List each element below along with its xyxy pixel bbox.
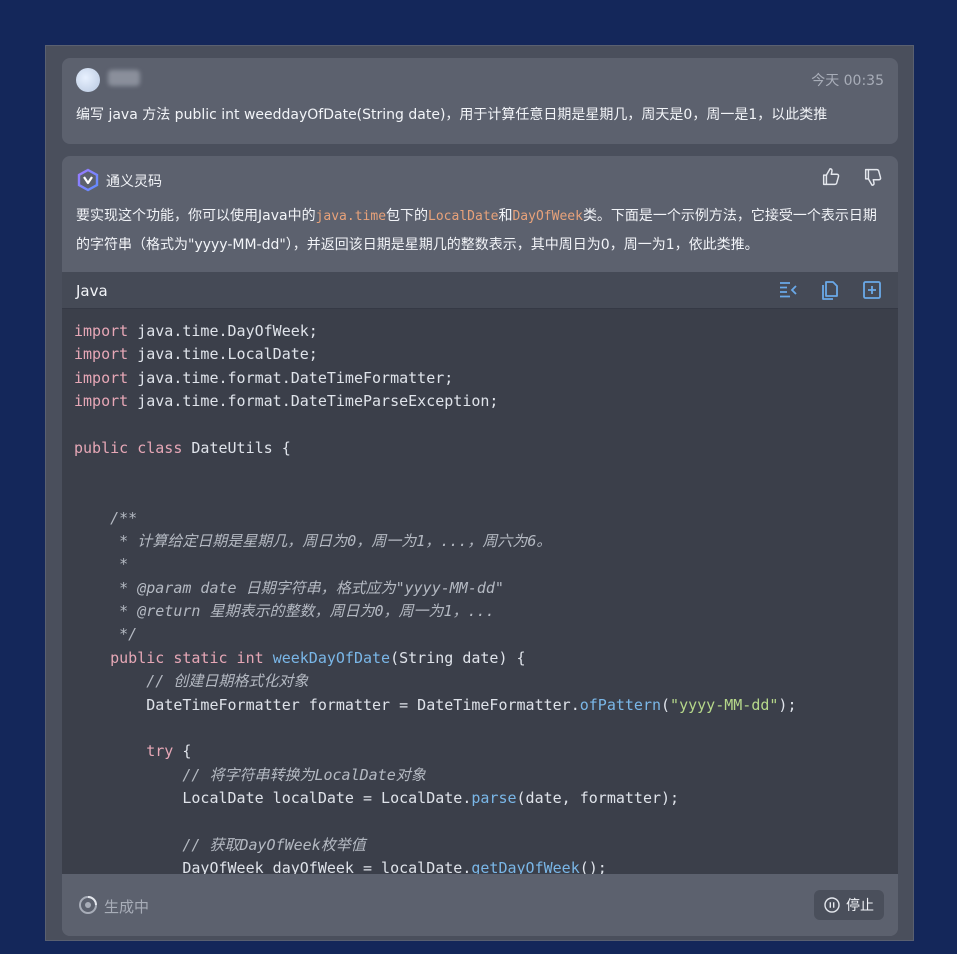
code-token: // 将字符串转换为LocalDate对象 (74, 765, 426, 784)
code-line: DateTimeFormatter formatter = DateTimeFo… (74, 694, 890, 717)
code-token: java.time.DayOfWeek; (128, 322, 318, 340)
insert-icon[interactable] (776, 278, 800, 302)
code-token: /** (74, 508, 138, 527)
code-line: public static int weekDayOfDate(String d… (74, 647, 890, 670)
code-token: * (74, 555, 129, 574)
code-line: // 创建日期格式化对象 (74, 670, 890, 693)
code-line: * @param date 日期字符串，格式应为"yyyy-MM-dd" (74, 577, 890, 600)
code-line: // 将字符串转换为LocalDate对象 (74, 764, 890, 787)
user-name (108, 70, 140, 86)
code-token: "yyyy-MM-dd" (670, 695, 779, 714)
code-line: /** (74, 507, 890, 530)
code-token: public static int (74, 648, 264, 667)
code-token: getDayOfWeek (471, 858, 580, 874)
code-token: parse (471, 788, 517, 807)
code-language-label: Java (76, 282, 108, 300)
code-line: public class DateUtils { (74, 437, 890, 460)
assistant-message: 通义灵码 要实现这个功能，你可以使用Java中的java.time包下的Loca… (62, 156, 898, 936)
code-line: * @return 星期表示的整数，周日为0，周一为1，... (74, 600, 890, 623)
stop-button-label: 停止 (846, 898, 874, 914)
code-token: (date, formatter); (516, 788, 680, 807)
message-timestamp: 今天 00:35 (811, 73, 884, 89)
code-line: try { (74, 740, 890, 763)
code-token: weekDayOfDate (272, 648, 391, 667)
code-block-header: Java (62, 272, 898, 309)
code-token: ( (661, 695, 671, 714)
code-token: java.time.format.DateTimeParseException; (128, 392, 499, 411)
code-token: import (74, 368, 129, 387)
code-token: */ (74, 625, 138, 644)
code-token: java.time.format.DateTimeFormatter; (128, 368, 454, 387)
code-token: DayOfWeek dayOfWeek = localDate. (74, 858, 472, 874)
code-line: LocalDate localDate = LocalDate.parse(da… (74, 787, 890, 810)
code-token: ); (778, 695, 797, 714)
code-line: // 获取DayOfWeek枚举值 (74, 834, 890, 857)
code-token: public class (74, 438, 183, 457)
code-token: { (173, 742, 192, 761)
code-token: import (74, 322, 129, 340)
code-line: import java.time.format.DateTimeParseExc… (74, 390, 890, 413)
code-line: import java.time.DayOfWeek; (74, 320, 890, 343)
assistant-intro-text: 要实现这个功能，你可以使用Java中的java.time包下的LocalDate… (76, 208, 877, 253)
code-line: import java.time.LocalDate; (74, 343, 890, 366)
thumb-down-icon[interactable] (862, 166, 884, 188)
code-token: DateUtils { (182, 438, 291, 457)
inline-code: java.time (315, 209, 387, 224)
copy-icon[interactable] (818, 278, 842, 302)
code-line: DayOfWeek dayOfWeek = localDate.getDayOf… (74, 857, 890, 874)
code-token: * @return 星期表示的整数，周日为0，周一为1，... (74, 602, 495, 621)
code-block: Java import java.time.DayOfWeek; import j… (62, 272, 898, 874)
code-token: java.time.LocalDate; (128, 345, 318, 364)
status-bar: 生成中 停止 (62, 874, 898, 936)
user-message: 今天 00:35 编写 java 方法 public int weeddayOf… (62, 58, 898, 144)
generating-status: 生成中 (104, 898, 150, 916)
code-token: * 计算给定日期是星期几，周日为0，周一为1，...，周六为6。 (74, 532, 552, 551)
code-token: import (74, 345, 129, 364)
code-token: (String date) { (390, 648, 526, 667)
code-line: * 计算给定日期是星期几，周日为0，周一为1，...，周六为6。 (74, 530, 890, 553)
chat-panel: 今天 00:35 编写 java 方法 public int weeddayOf… (45, 45, 914, 941)
code-line: import java.time.format.DateTimeFormatte… (74, 367, 890, 390)
user-message-text: 编写 java 方法 public int weeddayOfDate(Stri… (76, 107, 828, 123)
code-token: try (74, 742, 174, 761)
tongyi-logo-icon (77, 168, 99, 192)
code-line: * (74, 553, 890, 576)
inline-code: LocalDate (428, 209, 499, 224)
stop-button[interactable]: 停止 (814, 890, 884, 920)
code-token: // 获取DayOfWeek枚举值 (74, 835, 366, 854)
generating-icon (79, 896, 97, 914)
thumb-up-icon[interactable] (820, 166, 842, 188)
code-token: // 创建日期格式化对象 (74, 672, 309, 691)
assistant-name: 通义灵码 (106, 174, 162, 190)
code-token: import (74, 392, 129, 411)
new-file-icon[interactable] (860, 278, 884, 302)
code-token: ofPattern (579, 695, 662, 714)
code-content: import java.time.DayOfWeek; import java.t… (74, 320, 890, 874)
code-token: DateTimeFormatter formatter = DateTimeFo… (74, 695, 580, 714)
code-token: (); (579, 858, 607, 874)
user-avatar (76, 68, 100, 92)
inline-code: DayOfWeek (512, 209, 583, 224)
code-token: * @param date 日期字符串，格式应为"yyyy-MM-dd" (74, 578, 504, 597)
code-token: LocalDate localDate = LocalDate. (74, 788, 472, 807)
stop-icon (824, 897, 840, 913)
code-line: */ (74, 623, 890, 646)
